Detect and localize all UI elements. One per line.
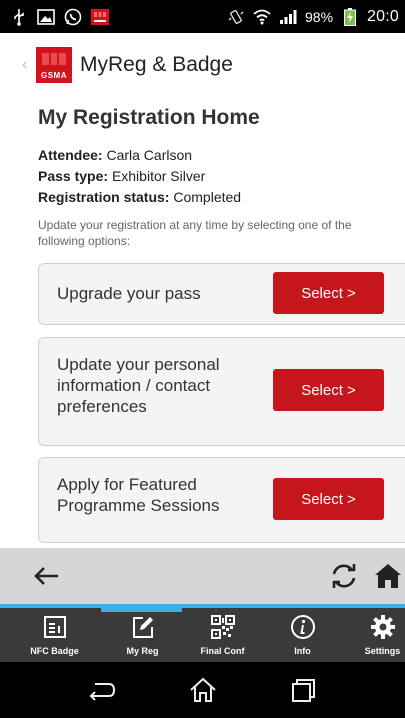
option-label-line: preferences (57, 397, 147, 416)
tab-info[interactable]: Info (262, 614, 343, 660)
system-nav-bar (0, 662, 405, 718)
tab-nfc-badge[interactable]: NFC Badge (14, 614, 95, 660)
update-info-select-button[interactable]: Select > (273, 369, 384, 411)
option-label: Apply for Featured Programme Sessions (57, 474, 220, 516)
active-tab-indicator (101, 604, 182, 612)
option-label-line: Programme Sessions (57, 496, 220, 515)
recents-icon[interactable] (288, 676, 318, 704)
browser-toolbar (0, 548, 405, 604)
tab-label: My Reg (126, 646, 159, 656)
option-label: Upgrade your pass (57, 283, 201, 304)
up-caret-icon[interactable]: ‹ (0, 56, 36, 74)
gear-icon (370, 614, 396, 640)
edit-icon (130, 614, 156, 640)
pass-type-line: Pass type: Exhibitor Silver (38, 168, 205, 184)
tab-final-conf[interactable]: Final Conf (182, 614, 263, 660)
pass-type-label: Pass type: (38, 168, 109, 184)
tab-label: NFC Badge (30, 646, 79, 656)
app-header: ‹ GSMA MyReg & Badge (0, 33, 405, 98)
registration-status-line: Registration status: Completed (38, 189, 241, 205)
back-arrow-icon[interactable] (30, 560, 62, 592)
upgrade-pass-select-button[interactable]: Select > (273, 272, 384, 314)
option-label: Update your personal information / conta… (57, 354, 220, 417)
notification-icons (0, 8, 109, 26)
pass-type-value: Exhibitor Silver (111, 168, 206, 184)
tab-label: Final Conf (200, 646, 245, 656)
gsma-notification-icon (91, 8, 109, 26)
back-icon[interactable] (87, 676, 117, 704)
tab-my-reg[interactable]: My Reg (102, 614, 183, 660)
app-title: MyReg & Badge (80, 52, 233, 76)
signal-icon (279, 8, 297, 26)
attendee-line: Attendee: Carla Carlson (38, 147, 192, 163)
attendee-value: Carla Carlson (106, 147, 193, 163)
help-text: Update your registration at any time by … (38, 218, 352, 248)
home-icon[interactable] (188, 676, 218, 704)
whatsapp-icon (64, 8, 82, 26)
page-title: My Registration Home (38, 106, 260, 129)
featured-sessions-select-button[interactable]: Select > (273, 478, 384, 520)
usb-icon (10, 8, 28, 26)
tab-label: Info (294, 646, 311, 656)
tab-settings[interactable]: Settings (342, 614, 405, 660)
main-content: My Registration Home Attendee: Carla Car… (0, 96, 405, 548)
option-label-line: information / contact (57, 376, 211, 395)
system-status: 98% 20:0 (227, 7, 405, 26)
option-card-featured-sessions: Apply for Featured Programme Sessions Se… (38, 457, 405, 543)
status-bar: 98% 20:0 (0, 0, 405, 33)
tab-bar: NFC Badge My Reg Final Conf Info Setting… (0, 604, 405, 662)
logo-text: GSMA (41, 70, 67, 80)
gsma-logo[interactable]: GSMA (36, 46, 72, 83)
option-label-line: Update your personal (57, 355, 220, 374)
registration-status-label: Registration status: (38, 189, 170, 205)
registration-status-value: Completed (173, 189, 242, 205)
tab-label: Settings (364, 646, 401, 656)
clock: 20:0 (367, 7, 399, 25)
option-card-upgrade-pass: Upgrade your pass Select > (38, 263, 405, 325)
vibrate-icon (227, 8, 245, 26)
option-label-line: Apply for Featured (57, 475, 197, 494)
attendee-label: Attendee: (38, 147, 103, 163)
battery-charging-icon (341, 7, 359, 26)
refresh-icon[interactable] (328, 560, 360, 592)
option-card-update-personal-info: Update your personal information / conta… (38, 337, 405, 446)
battery-percent: 98% (305, 8, 334, 25)
home-icon[interactable] (372, 560, 404, 592)
info-icon (290, 614, 316, 640)
image-icon (37, 8, 55, 26)
option-label-line: Upgrade your pass (57, 284, 201, 303)
badge-icon (42, 614, 68, 640)
wifi-icon (253, 8, 271, 26)
qr-code-icon (210, 614, 236, 640)
